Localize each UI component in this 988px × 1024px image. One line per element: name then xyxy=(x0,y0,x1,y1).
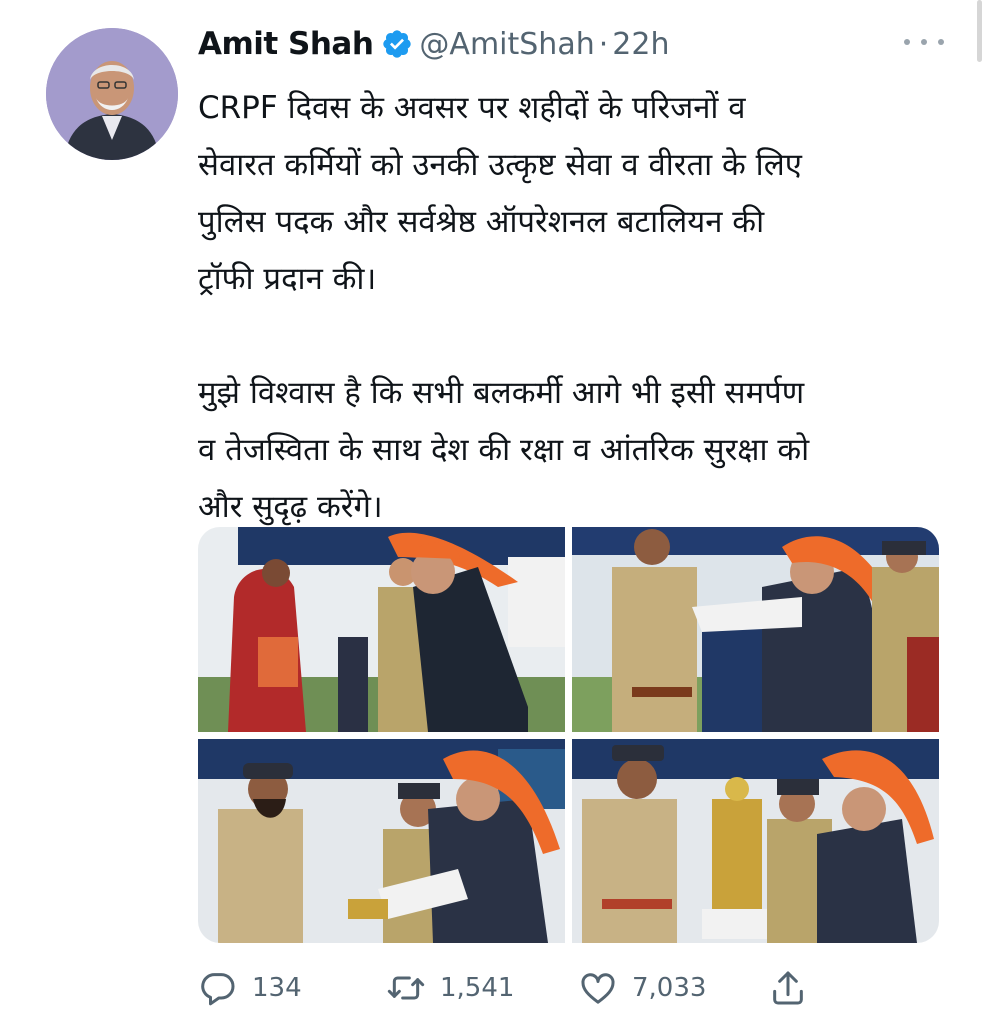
heart-icon xyxy=(581,973,615,1004)
share-icon xyxy=(773,971,803,1005)
like-button[interactable]: 7,033 xyxy=(578,960,706,1016)
tweet-photo-3[interactable] xyxy=(198,739,565,943)
tweet-timestamp[interactable]: 22h xyxy=(612,27,669,62)
reply-count: 134 xyxy=(252,973,302,1003)
retweet-count: 1,541 xyxy=(440,973,515,1003)
tweet-actions: 134 1,541 7,033 xyxy=(198,960,818,1016)
photo-icon xyxy=(198,527,565,732)
like-count: 7,033 xyxy=(632,973,707,1003)
author-handle[interactable]: @AmitShah xyxy=(419,27,594,62)
verified-badge-icon xyxy=(381,28,413,60)
retweet-button[interactable]: 1,541 xyxy=(386,960,514,1016)
avatar[interactable] xyxy=(46,28,178,160)
photo-icon xyxy=(572,527,939,732)
photo-icon xyxy=(198,739,565,943)
tweet-header: Amit Shah @AmitShah · 22h xyxy=(198,22,669,66)
avatar-image xyxy=(46,28,178,160)
photo-icon xyxy=(572,739,939,943)
author-name[interactable]: Amit Shah xyxy=(198,26,374,62)
more-options-icon[interactable] xyxy=(904,30,944,54)
reply-button[interactable]: 134 xyxy=(198,960,302,1016)
separator-dot: · xyxy=(598,26,609,62)
share-button[interactable] xyxy=(768,960,808,1016)
retweet-icon xyxy=(387,976,425,1000)
tweet-photo-2[interactable] xyxy=(572,527,939,732)
tweet-photo-1[interactable] xyxy=(198,527,565,732)
reply-icon xyxy=(201,973,235,1006)
tweet-photo-4[interactable] xyxy=(572,739,939,943)
media-grid xyxy=(198,527,939,943)
tweet-text: CRPF दिवस के अवसर पर शहीदों के परिजनों व… xyxy=(198,90,810,525)
scrollbar[interactable] xyxy=(977,0,982,62)
